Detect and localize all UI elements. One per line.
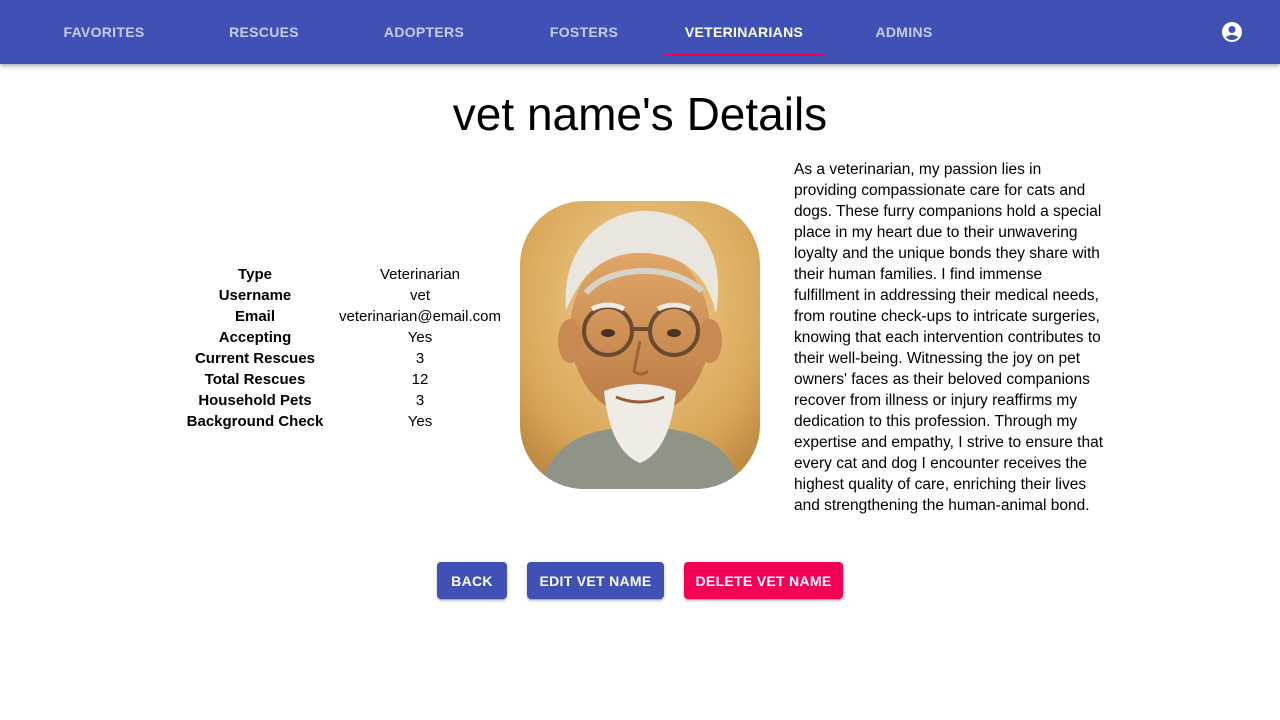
detail-value: vet xyxy=(409,287,430,304)
detail-label: Type xyxy=(238,266,272,283)
detail-label: Email xyxy=(234,308,276,325)
detail-label: Total Rescues xyxy=(204,371,306,388)
top-app-bar: FAVORITES RESCUES ADOPTERS FOSTERS VETER… xyxy=(0,0,1280,64)
detail-label: Username xyxy=(218,287,292,304)
details-table: Type Veterinarian Username vet Email vet… xyxy=(180,264,510,432)
detail-row-accepting: Accepting Yes xyxy=(180,327,510,348)
account-circle-icon xyxy=(1222,22,1242,42)
detail-label: Household Pets xyxy=(198,392,312,409)
detail-value: Veterinarian xyxy=(379,266,461,283)
tab-adopters[interactable]: ADOPTERS xyxy=(344,0,504,64)
tab-admins[interactable]: ADMINS xyxy=(824,0,984,64)
tab-rescues[interactable]: RESCUES xyxy=(184,0,344,64)
detail-value: Yes xyxy=(407,413,433,430)
detail-value: veterinarian@email.com xyxy=(339,308,501,325)
detail-label: Background Check xyxy=(186,413,324,430)
detail-row-current-rescues: Current Rescues 3 xyxy=(180,348,510,369)
detail-row-username: Username vet xyxy=(180,285,510,306)
profile-photo xyxy=(520,201,760,489)
detail-label: Current Rescues xyxy=(194,350,316,367)
detail-value: Yes xyxy=(407,329,433,346)
tab-favorites[interactable]: FAVORITES xyxy=(24,0,184,64)
detail-value: 3 xyxy=(415,392,425,409)
detail-value: 12 xyxy=(411,371,429,388)
detail-row-household-pets: Household Pets 3 xyxy=(180,390,510,411)
detail-row-background-check: Background Check Yes xyxy=(180,411,510,432)
detail-value: 3 xyxy=(415,350,425,367)
account-button[interactable] xyxy=(1210,10,1254,54)
back-button[interactable]: BACK xyxy=(437,562,507,599)
detail-row-email: Email veterinarian@email.com xyxy=(180,306,510,327)
bio-text: As a veterinarian, my passion lies in pr… xyxy=(794,161,1104,514)
tab-fosters[interactable]: FOSTERS xyxy=(504,0,664,64)
delete-vet-button[interactable]: DELETE VET NAME xyxy=(684,562,843,599)
detail-label: Accepting xyxy=(218,329,292,346)
active-tab-indicator xyxy=(664,54,824,56)
edit-vet-button[interactable]: EDIT VET NAME xyxy=(527,562,664,599)
detail-row-type: Type Veterinarian xyxy=(180,264,510,285)
detail-row-total-rescues: Total Rescues 12 xyxy=(180,369,510,390)
page-title: vet name's Details xyxy=(452,88,828,140)
